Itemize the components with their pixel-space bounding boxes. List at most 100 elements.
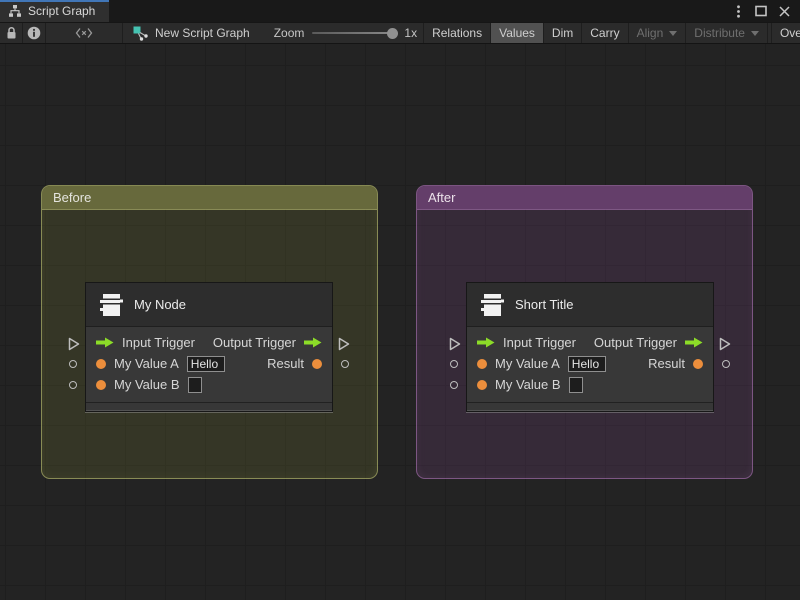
trigger-port-triangle-icon: [719, 337, 731, 351]
graph-canvas[interactable]: Before After My Node Input Trigger Outpu…: [0, 44, 800, 600]
info-icon: [27, 26, 41, 40]
node-title: My Node: [134, 297, 187, 312]
value-port-ring-icon: [69, 381, 77, 389]
node-my-node[interactable]: My Node Input Trigger Output Trigger My …: [68, 282, 350, 412]
value-b-row: My Value B: [86, 374, 332, 395]
value-a-row: My Value A Result: [86, 353, 332, 374]
trigger-port-triangle-icon: [338, 337, 350, 351]
group-before-header[interactable]: Before: [42, 186, 377, 209]
external-value-b-port[interactable]: [450, 381, 458, 389]
external-value-b-port[interactable]: [69, 381, 77, 389]
external-input-trigger-port[interactable]: [449, 337, 461, 351]
zoom-control: Zoom 1x: [260, 23, 423, 43]
value-port-icon[interactable]: [96, 358, 106, 369]
graph-toolbar: New Script Graph Zoom 1x Relations Value…: [0, 22, 800, 44]
distribute-dropdown[interactable]: Distribute: [686, 23, 768, 43]
value-port-icon[interactable]: [477, 379, 487, 390]
value-port-ring-icon: [450, 360, 458, 368]
node-footer: [86, 402, 332, 411]
external-value-a-port[interactable]: [69, 360, 77, 368]
caret-down-icon: [750, 30, 759, 36]
zoom-label: Zoom: [273, 26, 305, 40]
my-value-b-input[interactable]: [187, 376, 202, 393]
tab-bar: Script Graph: [0, 0, 800, 22]
my-value-b-label: My Value B: [114, 377, 180, 392]
zoom-value: 1x: [404, 26, 418, 40]
external-output-trigger-port[interactable]: [719, 337, 731, 351]
value-port-icon[interactable]: [693, 358, 703, 369]
graph-picker[interactable]: New Script Graph: [123, 23, 260, 43]
node-body: Input Trigger Output Trigger My Value A: [467, 327, 713, 402]
info-button[interactable]: [23, 23, 46, 43]
value-port-icon[interactable]: [477, 358, 487, 369]
align-dropdown[interactable]: Align: [629, 23, 687, 43]
flow-arrow-icon[interactable]: [304, 337, 322, 348]
dim-toggle[interactable]: Dim: [544, 23, 583, 43]
value-port-ring-icon: [69, 360, 77, 368]
my-value-a-label: My Value A: [495, 356, 560, 371]
output-trigger-label: Output Trigger: [593, 335, 677, 350]
carry-toggle[interactable]: Carry: [582, 23, 629, 43]
my-value-b-input[interactable]: [568, 376, 583, 393]
unit-node-icon: [100, 293, 123, 316]
zoom-slider-track[interactable]: [312, 27, 399, 39]
menu-kebab-icon[interactable]: [730, 3, 746, 19]
group-after-title: After: [428, 190, 456, 205]
close-icon[interactable]: [776, 3, 792, 19]
trigger-row: Input Trigger Output Trigger: [86, 332, 332, 353]
node-body: Input Trigger Output Trigger My Value A: [86, 327, 332, 402]
external-input-trigger-port[interactable]: [68, 337, 80, 351]
maximize-icon[interactable]: [753, 3, 769, 19]
relations-toggle[interactable]: Relations: [424, 23, 492, 43]
values-toggle[interactable]: Values: [491, 23, 544, 43]
caret-down-icon: [669, 30, 678, 36]
value-port-icon[interactable]: [312, 358, 322, 369]
input-trigger-label: Input Trigger: [122, 335, 195, 350]
value-port-ring-icon: [722, 360, 730, 368]
graph-picker-label: New Script Graph: [155, 26, 250, 40]
my-value-a-input[interactable]: [186, 355, 225, 372]
tab-script-graph[interactable]: Script Graph: [0, 0, 110, 22]
node-my-node-header[interactable]: My Node: [86, 283, 332, 327]
tab-active-accent: [0, 0, 110, 2]
code-angle-brackets-icon: [75, 28, 93, 38]
node-short-title-header[interactable]: Short Title: [467, 283, 713, 327]
code-view-button[interactable]: [46, 23, 123, 43]
graph-hierarchy-icon: [9, 5, 21, 17]
unity-graph-window: Script Graph New Script Graph Zoom 1x Re…: [0, 0, 800, 600]
flow-arrow-icon[interactable]: [685, 337, 703, 348]
value-a-row: My Value A Result: [467, 353, 713, 374]
lock-icon: [7, 26, 15, 39]
result-label: Result: [267, 356, 304, 371]
external-result-port[interactable]: [341, 360, 349, 368]
result-label: Result: [648, 356, 685, 371]
overview-button[interactable]: Overview: [772, 23, 800, 43]
node-title: Short Title: [515, 297, 574, 312]
unit-node-icon: [481, 293, 504, 316]
toolbar-toggles: Relations Values Dim Carry Align Distrib…: [423, 23, 800, 43]
node-short-title[interactable]: Short Title Input Trigger Output Trigger: [449, 282, 731, 412]
my-value-a-input[interactable]: [567, 355, 606, 372]
window-controls: [730, 0, 800, 22]
flow-arrow-icon[interactable]: [96, 337, 114, 348]
value-port-ring-icon: [450, 381, 458, 389]
value-b-row: My Value B: [467, 374, 713, 395]
external-result-port[interactable]: [722, 360, 730, 368]
tab-title: Script Graph: [28, 4, 96, 18]
output-trigger-label: Output Trigger: [212, 335, 296, 350]
my-value-a-label: My Value A: [114, 356, 179, 371]
input-trigger-label: Input Trigger: [503, 335, 576, 350]
flow-arrow-icon[interactable]: [477, 337, 495, 348]
trigger-port-triangle-icon: [449, 337, 461, 351]
external-value-a-port[interactable]: [450, 360, 458, 368]
zoom-slider-handle[interactable]: [387, 27, 399, 39]
trigger-port-triangle-icon: [68, 337, 80, 351]
lock-button[interactable]: [0, 23, 23, 43]
trigger-row: Input Trigger Output Trigger: [467, 332, 713, 353]
script-graph-icon: [133, 26, 148, 41]
value-port-icon[interactable]: [96, 379, 106, 390]
node-footer: [467, 402, 713, 411]
external-output-trigger-port[interactable]: [338, 337, 350, 351]
value-port-ring-icon: [341, 360, 349, 368]
group-after-header[interactable]: After: [417, 186, 752, 209]
